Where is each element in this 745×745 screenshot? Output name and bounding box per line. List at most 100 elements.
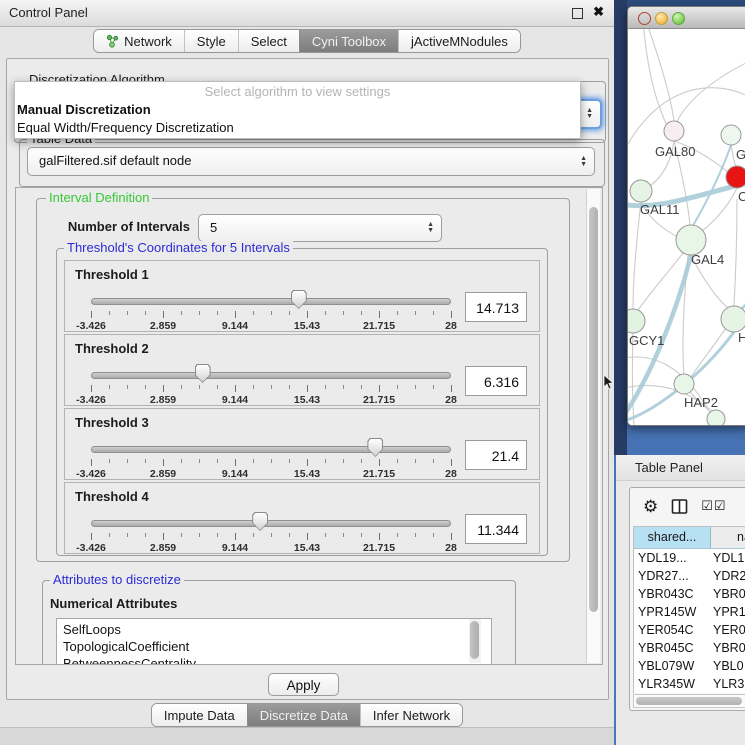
dropdown-option-manual[interactable]: Manual Discretization xyxy=(15,101,580,119)
network-node-gal4[interactable] xyxy=(676,225,706,255)
tab-discretize-data[interactable]: Discretize Data xyxy=(247,704,360,726)
threshold-value-field[interactable]: 11.344 xyxy=(465,514,527,544)
threshold-slider-track[interactable] xyxy=(91,372,451,379)
minor-tick xyxy=(109,459,110,463)
settings-scrollbar[interactable] xyxy=(586,189,600,663)
combo-arrows-icon: ▲▼ xyxy=(586,108,593,120)
cell-name[interactable]: YER0 xyxy=(711,621,745,639)
cell-name[interactable]: YDL1 xyxy=(711,549,745,567)
cell-shared-name[interactable]: YBR045C xyxy=(634,639,711,657)
cell-shared-name[interactable]: YER054C xyxy=(634,621,711,639)
table-row[interactable]: YER054CYER0 xyxy=(634,621,745,639)
cell-shared-name[interactable]: YPR145W xyxy=(634,603,711,621)
table-row[interactable]: YDL19...YDL1 xyxy=(634,549,745,567)
threshold-value-field[interactable]: 6.316 xyxy=(465,366,527,396)
network-node-h[interactable] xyxy=(721,306,745,332)
major-tick xyxy=(307,311,308,318)
close-icon[interactable]: ✖ xyxy=(593,4,604,20)
split-columns-icon[interactable] xyxy=(671,498,688,515)
attribute-list-item[interactable]: SelfLoops xyxy=(63,621,491,638)
float-window-icon[interactable] xyxy=(572,8,583,19)
network-node-gal11[interactable] xyxy=(630,180,652,202)
cell-shared-name[interactable]: YDL19... xyxy=(634,549,711,567)
tab-select[interactable]: Select xyxy=(238,30,299,52)
minor-tick xyxy=(109,311,110,315)
minor-tick xyxy=(289,311,290,315)
major-tick xyxy=(91,385,92,392)
major-tick xyxy=(235,311,236,318)
network-node-gcy1[interactable] xyxy=(628,309,645,333)
table-row[interactable]: YBR043CYBR0 xyxy=(634,585,745,603)
threshold-slider-handle[interactable] xyxy=(291,290,307,309)
tab-jactivemnodules[interactable]: jActiveMNodules xyxy=(398,30,520,52)
network-node-selected-red[interactable] xyxy=(726,166,745,188)
select-columns-checkboxes-icon[interactable]: ☑☑ xyxy=(701,498,726,514)
node-label-gal80: GAL80 xyxy=(655,144,695,159)
column-header-name[interactable]: na xyxy=(711,527,745,548)
tab-style[interactable]: Style xyxy=(184,30,238,52)
cell-shared-name[interactable]: YLR345W xyxy=(634,675,711,693)
threshold-value-field[interactable]: 14.713 xyxy=(465,292,527,322)
minor-tick xyxy=(109,385,110,389)
threshold-slider-handle[interactable] xyxy=(252,512,268,531)
threshold-slider-track[interactable] xyxy=(91,446,451,453)
cell-name[interactable]: YBR0 xyxy=(711,585,745,603)
table-row[interactable]: YDR27...YDR2 xyxy=(634,567,745,585)
apply-button[interactable]: Apply xyxy=(268,673,339,696)
major-tick xyxy=(451,311,452,318)
cell-name[interactable]: YBR0 xyxy=(711,639,745,657)
minor-tick xyxy=(199,311,200,315)
attribute-list-item[interactable]: TopologicalCoefficient xyxy=(63,638,491,655)
network-node-clipped-right-top[interactable] xyxy=(721,125,741,145)
threshold-slider-handle[interactable] xyxy=(195,364,211,383)
table-horizontal-scrollbar[interactable] xyxy=(633,694,745,708)
number-of-intervals-combobox[interactable]: 5 ▲▼ xyxy=(198,214,442,242)
table-panel-title: Table Panel xyxy=(635,455,703,480)
dropdown-hint: Select algorithm to view settings xyxy=(15,82,580,101)
tab-cyni-toolbox[interactable]: Cyni Toolbox xyxy=(299,30,398,52)
table-data-combobox[interactable]: galFiltered.sif default node ▲▼ xyxy=(27,147,595,176)
minor-tick xyxy=(361,385,362,389)
cell-shared-name[interactable]: YBR043C xyxy=(634,585,711,603)
cell-shared-name[interactable]: YDR27... xyxy=(634,567,711,585)
cell-name[interactable]: YPR1 xyxy=(711,603,745,621)
threshold-slider-handle[interactable] xyxy=(367,438,383,457)
dropdown-option-equal-width[interactable]: Equal Width/Frequency Discretization xyxy=(15,119,580,137)
tab-infer-network[interactable]: Infer Network xyxy=(360,704,462,726)
threshold-slider-track[interactable] xyxy=(91,298,451,305)
numerical-attributes-list[interactable]: SelfLoopsTopologicalCoefficientBetweenne… xyxy=(56,618,492,665)
cell-name[interactable]: YBL0 xyxy=(711,657,745,675)
table-row[interactable]: YLR345WYLR3 xyxy=(634,675,745,693)
tab-network[interactable]: Network xyxy=(94,30,184,52)
cell-name[interactable]: YDR2 xyxy=(711,567,745,585)
tab-impute-data[interactable]: Impute Data xyxy=(152,704,247,726)
table-body: YDL19...YDL1YDR27...YDR2YBR043CYBR0YPR14… xyxy=(634,549,745,693)
close-traffic-light[interactable] xyxy=(638,12,651,25)
major-tick xyxy=(379,459,380,466)
gear-icon[interactable]: ⚙ xyxy=(643,498,658,515)
table-panel: Table Panel ⚙ ☑☑ shared... na YDL19...YD… xyxy=(616,455,745,745)
table-row[interactable]: YBL079WYBL0 xyxy=(634,657,745,675)
network-node-hap2[interactable] xyxy=(674,374,694,394)
table-row[interactable]: YPR145WYPR1 xyxy=(634,603,745,621)
minimize-traffic-light[interactable] xyxy=(655,12,668,25)
threshold-slider-track[interactable] xyxy=(91,520,451,527)
attribute-list-item[interactable]: BetweennessCentrality xyxy=(63,655,491,665)
zoom-traffic-light[interactable] xyxy=(672,12,685,25)
network-canvas[interactable]: GAL80 GA C GAL11 GAL4 GCY1 H HAP2 xyxy=(628,29,745,425)
minor-tick xyxy=(289,533,290,537)
table-toolbar: ⚙ ☑☑ xyxy=(630,488,745,524)
axis-tick-label: 21.715 xyxy=(363,542,395,554)
network-window-titlebar xyxy=(628,7,745,29)
table-row[interactable]: YBR045CYBR0 xyxy=(634,639,745,657)
network-node-gal80[interactable] xyxy=(664,121,684,141)
column-header-shared-name[interactable]: shared... xyxy=(634,527,711,548)
threshold-value-field[interactable]: 21.4 xyxy=(465,440,527,470)
cell-name[interactable]: YLR3 xyxy=(711,675,745,693)
attributes-group-label: Attributes to discretize xyxy=(50,573,184,587)
attributes-list-scrollbar[interactable] xyxy=(469,619,481,663)
slider-axis: -3.4262.8599.14415.4321.71528 xyxy=(91,311,451,331)
cell-shared-name[interactable]: YBL079W xyxy=(634,657,711,675)
settings-scrollbar-thumb[interactable] xyxy=(589,207,598,612)
network-node-bottom[interactable] xyxy=(707,410,725,425)
